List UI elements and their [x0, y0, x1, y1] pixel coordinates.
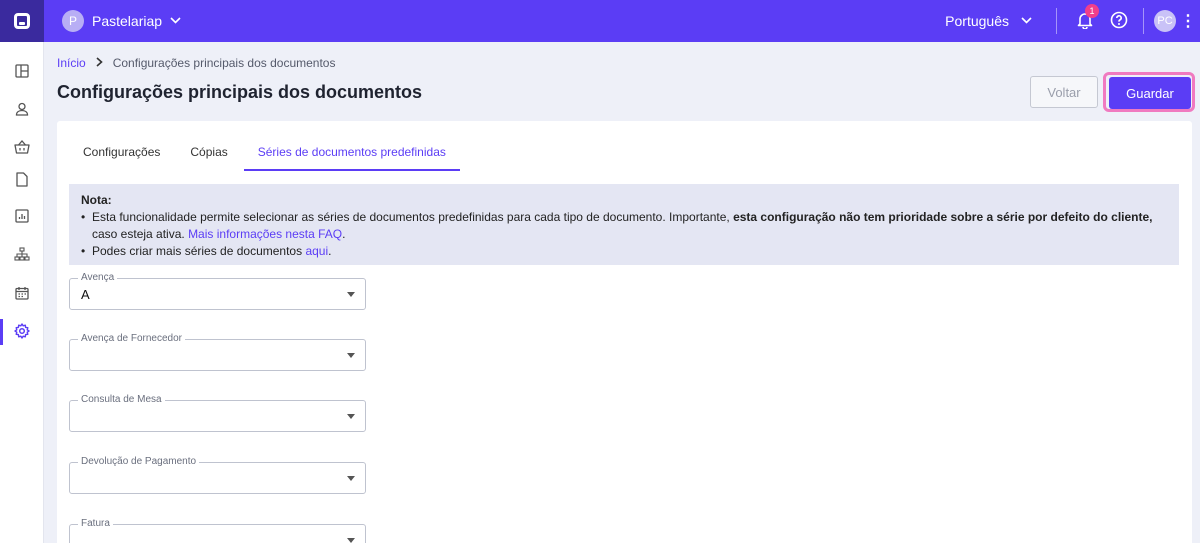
- select-consulta-mesa[interactable]: Consulta de Mesa: [69, 394, 366, 432]
- field-label: Avença de Fornecedor: [78, 333, 185, 345]
- field-label: Devolução de Pagamento: [78, 456, 200, 468]
- faq-link[interactable]: Mais informações nesta FAQ: [188, 227, 342, 241]
- dropdown-arrow-icon: [347, 538, 355, 543]
- chart-icon: [15, 208, 29, 226]
- note-item: Podes criar mais séries de documentos aq…: [81, 243, 1167, 260]
- help-icon: [1110, 11, 1128, 32]
- sidebar-item-documents[interactable]: [0, 166, 44, 196]
- note-text: Podes criar mais séries de documentos: [92, 244, 306, 258]
- tab-series-predefinidas[interactable]: Séries de documentos predefinidas: [243, 137, 461, 171]
- tab-bar: Configurações Cópias Séries de documento…: [69, 137, 461, 171]
- language-label: Português: [945, 13, 1009, 29]
- note-title: Nota:: [81, 193, 112, 207]
- note-text: .: [342, 227, 346, 241]
- select-avenca-fornecedor[interactable]: Avença de Fornecedor: [69, 333, 366, 371]
- divider: [1143, 8, 1144, 34]
- info-note: Nota: Esta funcionalidade permite seleci…: [69, 184, 1179, 265]
- sidebar-item-sales[interactable]: [0, 133, 44, 163]
- sidebar: [0, 42, 44, 543]
- language-selector[interactable]: Português: [945, 13, 1032, 29]
- gear-icon: [14, 322, 30, 342]
- tab-configuracoes[interactable]: Configurações: [69, 137, 174, 171]
- chevron-down-icon: [1021, 15, 1032, 27]
- sidebar-item-organization[interactable]: [0, 240, 44, 270]
- app-logo[interactable]: [0, 0, 44, 42]
- top-bar: P Pastelariap Português 1 PC ⋮: [0, 0, 1200, 42]
- settings-panel: Configurações Cópias Séries de documento…: [57, 121, 1192, 543]
- page-title: Configurações principais dos documentos: [57, 82, 423, 102]
- notifications-button[interactable]: 1: [1071, 4, 1099, 35]
- sidebar-item-dashboard[interactable]: [0, 57, 44, 87]
- calendar-icon: [15, 286, 29, 303]
- company-switcher[interactable]: P Pastelariap: [62, 10, 181, 32]
- sidebar-item-customers[interactable]: [0, 95, 44, 125]
- chevron-down-icon: [170, 15, 181, 27]
- user-icon: [15, 102, 29, 119]
- select-devolucao-pagamento[interactable]: Devolução de Pagamento: [69, 456, 366, 494]
- breadcrumb: Início Configurações principais dos docu…: [57, 56, 335, 70]
- help-button[interactable]: [1105, 7, 1133, 35]
- field-label: Fatura: [78, 518, 113, 530]
- more-options-icon[interactable]: ⋮: [1176, 11, 1200, 31]
- note-bold-text: esta configuração não tem prioridade sob…: [733, 210, 1153, 224]
- note-text: Esta funcionalidade permite selecionar a…: [92, 210, 734, 224]
- dropdown-arrow-icon: [347, 292, 355, 297]
- note-item: Esta funcionalidade permite selecionar a…: [81, 209, 1167, 243]
- back-button[interactable]: Voltar: [1030, 76, 1098, 108]
- breadcrumb-current: Configurações principais dos documentos: [112, 56, 336, 70]
- hierarchy-icon: [14, 246, 30, 264]
- sidebar-item-reports[interactable]: [0, 202, 44, 232]
- note-text: .: [328, 244, 332, 258]
- dashboard-icon: [15, 63, 29, 81]
- select-fatura[interactable]: Fatura: [69, 518, 366, 543]
- dropdown-arrow-icon: [347, 476, 355, 481]
- dropdown-arrow-icon: [347, 414, 355, 419]
- sidebar-item-calendar[interactable]: [0, 279, 44, 309]
- divider: [1056, 8, 1057, 34]
- field-value: A: [81, 287, 90, 302]
- note-text: caso esteja ativa.: [92, 227, 189, 241]
- create-series-link[interactable]: aqui: [305, 244, 328, 258]
- sidebar-item-settings[interactable]: [0, 317, 44, 347]
- document-icon: [16, 172, 28, 190]
- field-label: Consulta de Mesa: [78, 394, 165, 406]
- company-name: Pastelariap: [92, 13, 163, 29]
- notification-badge: 1: [1085, 4, 1099, 18]
- chevron-right-icon: [96, 56, 103, 70]
- breadcrumb-home-link[interactable]: Início: [57, 56, 86, 70]
- dropdown-arrow-icon: [347, 353, 355, 358]
- basket-icon: [14, 139, 30, 157]
- company-avatar: P: [62, 10, 84, 32]
- select-avenca[interactable]: Avença A: [69, 272, 366, 310]
- save-button[interactable]: Guardar: [1109, 77, 1191, 109]
- tab-copias[interactable]: Cópias: [176, 137, 241, 171]
- user-avatar[interactable]: PC: [1154, 10, 1176, 32]
- field-label: Avença: [78, 272, 118, 284]
